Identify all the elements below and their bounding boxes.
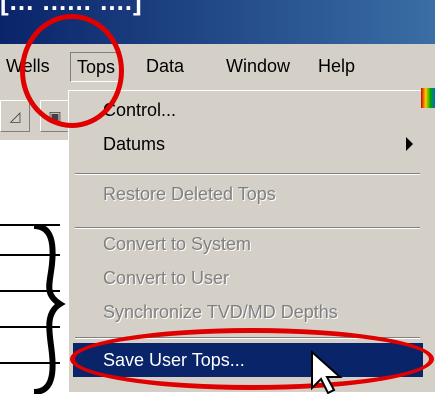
tops-menu: Control... Datums Restore Deleted Tops C… <box>68 90 435 392</box>
window-title: [... ...... ....] <box>0 0 143 16</box>
menu-item-label: Save User Tops... <box>103 350 245 370</box>
well-panel <box>0 140 70 394</box>
menu-item-datums[interactable]: Datums <box>73 127 423 161</box>
title-bar: [... ...... ....] <box>0 0 435 44</box>
menu-window[interactable]: Window <box>220 52 296 80</box>
menu-item-save-user-tops[interactable]: Save User Tops... <box>73 343 423 377</box>
menu-data[interactable]: Data <box>140 52 190 80</box>
color-strip <box>421 88 435 108</box>
menu-item-synchronize-tvd-md[interactable]: Synchronize TVD/MD Depths <box>73 295 423 329</box>
menu-item-label: Convert to User <box>103 268 230 288</box>
menu-separator <box>75 337 420 339</box>
menu-tops[interactable]: Tops <box>70 52 123 82</box>
brace-icon <box>33 224 66 394</box>
menu-separator <box>75 173 420 175</box>
menu-item-control[interactable]: Control... <box>73 93 423 127</box>
menu-item-label: Convert to System <box>103 234 252 254</box>
menu-item-label: Synchronize TVD/MD Depths <box>103 302 338 322</box>
menu-item-label: Datums <box>103 134 166 154</box>
menu-item-convert-to-user[interactable]: Convert to User <box>73 261 423 295</box>
menu-help[interactable]: Help <box>312 52 361 80</box>
mouse-cursor-icon <box>311 350 343 394</box>
toolbar-button-icon[interactable]: ▣ <box>40 100 70 132</box>
submenu-arrow-icon <box>406 137 413 151</box>
menu-item-label: Control... <box>103 100 177 120</box>
toolbar: ◿ ▣ <box>0 90 70 140</box>
menu-bar: Wells Tops Data Window Help <box>0 44 435 91</box>
menu-item-label: Restore Deleted Tops <box>103 184 276 204</box>
toolbar-button-icon[interactable]: ◿ <box>0 100 30 132</box>
menu-item-restore-deleted-tops[interactable]: Restore Deleted Tops <box>73 177 423 211</box>
menu-item-convert-to-system[interactable]: Convert to System <box>73 227 423 261</box>
menu-wells[interactable]: Wells <box>0 52 56 80</box>
